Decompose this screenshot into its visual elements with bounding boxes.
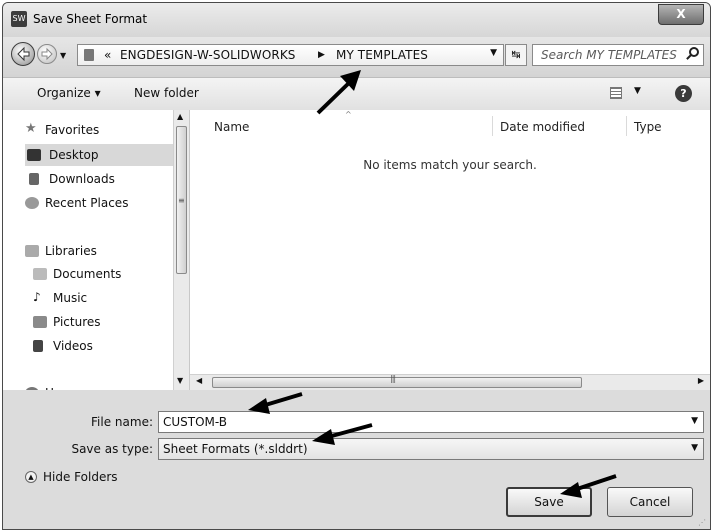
- music-icon: ♪: [33, 290, 41, 304]
- recent-pages-dropdown[interactable]: ▼: [60, 51, 66, 60]
- window-title: Save Sheet Format: [33, 12, 148, 26]
- back-arrow-icon: [17, 46, 30, 62]
- sidebar-item-label: Downloads: [49, 172, 115, 186]
- sidebar-item-videos[interactable]: Videos: [33, 335, 173, 357]
- empty-folder-message: No items match your search.: [363, 158, 537, 172]
- refresh-button[interactable]: ↹: [505, 44, 527, 66]
- sidebar-item-label: Homegroup: [45, 382, 115, 390]
- search-box[interactable]: Search MY TEMPLATES: [532, 44, 704, 66]
- sidebar-item-label: Documents: [53, 267, 122, 281]
- collapse-icon: ▲: [25, 471, 37, 483]
- forward-button[interactable]: [37, 44, 57, 64]
- save-as-type-dropdown-icon[interactable]: ▼: [691, 443, 698, 453]
- star-icon: ★: [25, 121, 37, 136]
- sidebar-item-recent-places[interactable]: Recent Places: [25, 192, 173, 214]
- save-as-type-row: Save as type: Sheet Formats (*.slddrt) ▼: [3, 438, 710, 460]
- sidebar-item-label: Recent Places: [45, 196, 129, 210]
- sidebar-item-label: Music: [53, 291, 88, 305]
- scrollbar-thumb[interactable]: [212, 377, 582, 388]
- sort-ascending-icon: ^: [345, 110, 352, 119]
- recent-places-icon: [25, 197, 39, 209]
- column-divider[interactable]: [626, 116, 627, 136]
- libraries-icon: [25, 245, 39, 257]
- file-list-horizontal-scrollbar[interactable]: ◀ ||| ▶: [190, 374, 710, 390]
- scrollbar-grip-icon: ≡: [178, 196, 185, 205]
- videos-icon: [33, 340, 43, 352]
- save-button[interactable]: Save: [506, 487, 592, 517]
- search-input[interactable]: Search MY TEMPLATES: [541, 48, 677, 62]
- sidebar-item-libraries[interactable]: Libraries: [25, 240, 173, 262]
- file-list-pane: ^ Name Date modified Type No items match…: [190, 110, 710, 390]
- file-name-field[interactable]: CUSTOM-B ▼: [158, 411, 704, 433]
- navigation-pane: ★ Favorites Desktop Downloads Recent Pla…: [3, 110, 190, 390]
- breadcrumb-engdesign[interactable]: ENGDESIGN-W-SOLIDWORKS: [120, 48, 296, 62]
- title-bar: SW Save Sheet Format X: [3, 3, 710, 37]
- sidebar-item-label: Pictures: [53, 315, 101, 329]
- save-as-type-value: Sheet Formats (*.slddrt): [163, 442, 308, 456]
- scroll-right-arrow-icon[interactable]: ▶: [698, 376, 704, 385]
- command-toolbar: Organize ▾ New folder ▼ ?: [3, 77, 710, 111]
- sidebar-item-desktop[interactable]: Desktop: [25, 144, 173, 166]
- navigation-pane-vertical-scrollbar[interactable]: ▲ ≡ ▼: [173, 110, 189, 390]
- column-header-date-modified[interactable]: Date modified: [500, 120, 585, 134]
- sidebar-item-favorites[interactable]: ★ Favorites: [25, 119, 173, 141]
- organize-button[interactable]: Organize ▾: [37, 86, 101, 100]
- file-name-label: File name:: [91, 415, 153, 429]
- sidebar-item-pictures[interactable]: Pictures: [33, 311, 173, 333]
- sidebar-item-label: Desktop: [49, 148, 99, 162]
- folder-icon: [84, 49, 94, 61]
- file-name-dropdown-icon[interactable]: ▼: [691, 416, 698, 426]
- solidworks-app-icon: SW: [11, 11, 27, 27]
- sidebar-item-label: Libraries: [45, 244, 97, 258]
- pictures-icon: [33, 316, 47, 328]
- save-as-type-label: Save as type:: [71, 442, 153, 456]
- close-button[interactable]: X: [658, 4, 704, 25]
- homegroup-icon: [25, 387, 39, 390]
- scroll-down-arrow-icon[interactable]: ▼: [177, 376, 183, 385]
- file-name-row: File name: CUSTOM-B ▼: [3, 411, 710, 433]
- sidebar-item-label: Videos: [53, 339, 93, 353]
- breadcrumb-arrow-icon[interactable]: ▶: [318, 50, 325, 60]
- downloads-icon: [29, 173, 39, 185]
- cancel-button[interactable]: Cancel: [607, 487, 693, 517]
- forward-arrow-icon: [41, 47, 53, 61]
- breadcrumb-overflow[interactable]: «: [104, 48, 111, 62]
- file-name-value: CUSTOM-B: [163, 415, 228, 429]
- search-icon: [689, 47, 699, 57]
- column-divider[interactable]: [492, 116, 493, 136]
- resize-grip-icon[interactable]: ⋰: [698, 518, 706, 527]
- sidebar-item-label: Favorites: [45, 123, 100, 137]
- sidebar-item-documents[interactable]: Documents: [33, 263, 173, 285]
- address-dropdown-icon[interactable]: ▼: [490, 48, 497, 58]
- documents-icon: [33, 268, 47, 280]
- scroll-left-arrow-icon[interactable]: ◀: [196, 376, 202, 385]
- hide-folders-label: Hide Folders: [43, 470, 118, 484]
- sidebar-item-downloads[interactable]: Downloads: [29, 168, 173, 190]
- sidebar-item-music[interactable]: ♪ Music: [33, 287, 173, 309]
- address-bar-row: ▼ « ENGDESIGN-W-SOLIDWORKS ▶ MY TEMPLATE…: [3, 37, 710, 77]
- sidebar-item-homegroup[interactable]: Homegroup: [25, 382, 173, 390]
- refresh-icon: ↹: [511, 48, 521, 61]
- view-dropdown-icon[interactable]: ▼: [634, 86, 641, 96]
- help-icon[interactable]: ?: [675, 85, 692, 102]
- scrollbar-grip-icon: |||: [390, 374, 396, 383]
- save-as-type-select[interactable]: Sheet Formats (*.slddrt) ▼: [158, 438, 704, 460]
- address-bar[interactable]: « ENGDESIGN-W-SOLIDWORKS ▶ MY TEMPLATES …: [77, 44, 504, 66]
- scroll-up-arrow-icon[interactable]: ▲: [177, 112, 183, 121]
- desktop-icon: [27, 149, 41, 161]
- breadcrumb-my-templates[interactable]: MY TEMPLATES: [336, 48, 428, 62]
- column-header-type[interactable]: Type: [634, 120, 662, 134]
- save-sheet-format-dialog: SW Save Sheet Format X ▼ « ENGDESIGN-W-S…: [2, 2, 711, 530]
- view-options-icon[interactable]: [610, 87, 622, 99]
- new-folder-button[interactable]: New folder: [134, 86, 199, 100]
- column-header-name[interactable]: Name: [214, 120, 249, 134]
- back-button[interactable]: [11, 42, 35, 66]
